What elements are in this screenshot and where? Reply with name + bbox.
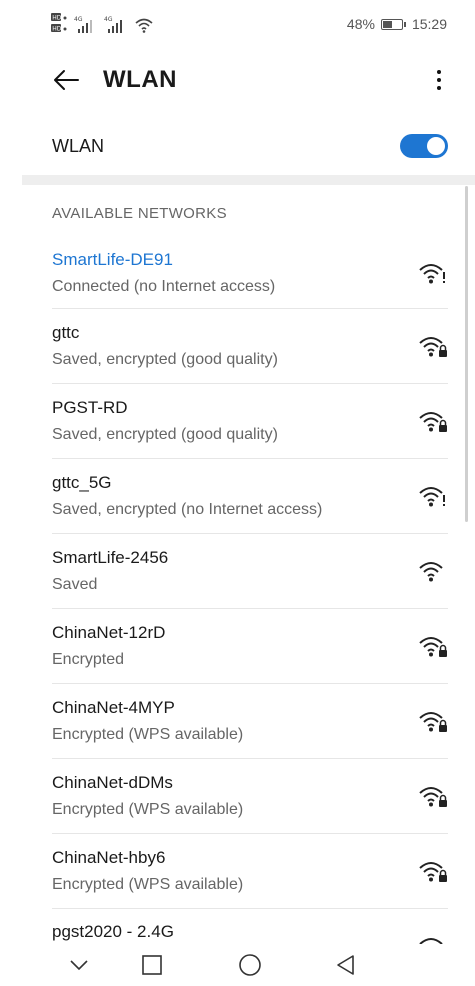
available-networks-header: AVAILABLE NETWORKS (52, 205, 227, 222)
battery-icon (380, 18, 406, 30)
wifi-alert-icon (419, 264, 445, 284)
wifi-lock-icon (419, 337, 447, 357)
wifi-lock-icon (419, 412, 447, 432)
triangle-back-icon (337, 955, 354, 975)
system-nav-bar (0, 944, 475, 986)
wifi-lock-icon (419, 637, 447, 657)
network-name: gttc_5G (52, 473, 112, 492)
network-name: ChinaNet-4MYP (52, 698, 175, 717)
network-item[interactable]: SmartLife-DE91 Connected (no Internet ac… (52, 236, 448, 309)
square-icon (142, 955, 162, 975)
back-button[interactable] (48, 62, 84, 98)
network-status: Encrypted (52, 651, 125, 668)
app-bar: WLAN (0, 46, 475, 114)
wifi-lock-icon (419, 712, 447, 732)
network-name: ChinaNet-hby6 (52, 848, 166, 867)
network-item[interactable]: PGST-RD Saved, encrypted (good quality) (52, 384, 448, 459)
network-name: gttc (52, 323, 80, 342)
nav-collapse-button[interactable] (64, 950, 94, 980)
network-status: Encrypted (WPS available) (52, 876, 244, 893)
network-name: ChinaNet-dDMs (52, 773, 173, 792)
wlan-toggle-row[interactable]: WLAN (0, 118, 475, 174)
clock: 15:29 (411, 16, 447, 32)
network-name: PGST-RD (52, 398, 128, 417)
more-dot (437, 78, 441, 82)
cell-signal-2-icon: 4G (104, 16, 122, 33)
network-status: Connected (no Internet access) (52, 278, 276, 295)
network-status: Encrypted (WPS available) (52, 801, 244, 818)
arrow-left-icon (54, 70, 79, 90)
wlan-toggle-switch[interactable] (400, 134, 448, 158)
more-dot (437, 86, 441, 90)
wifi-lock-icon (419, 787, 447, 807)
network-item[interactable]: ChinaNet-hby6 Encrypted (WPS available) (52, 834, 448, 909)
network-status: Saved, encrypted (good quality) (52, 351, 278, 368)
network-status: Saved, encrypted (no Internet access) (52, 501, 323, 518)
status-right-group: 48% 15:29 (347, 16, 447, 32)
network-status: Saved, encrypted (good quality) (52, 426, 278, 443)
chevron-down-icon (70, 960, 88, 971)
network-item[interactable]: SmartLife-2456 Saved (52, 534, 448, 609)
network-name: SmartLife-2456 (52, 548, 169, 567)
network-item[interactable]: gttc_5G Saved, encrypted (no Internet ac… (52, 459, 448, 534)
wlan-toggle-label: WLAN (52, 136, 105, 156)
wifi-icon (419, 562, 443, 582)
more-options-button[interactable] (424, 62, 454, 98)
wifi-alert-icon (419, 487, 445, 507)
network-item[interactable]: ChinaNet-dDMs Encrypted (WPS available) (52, 759, 448, 834)
network-name: pgst2020 - 2.4G (52, 922, 174, 941)
battery-percent: 48% (346, 16, 375, 32)
more-vertical-icon (437, 70, 441, 74)
hd-badge-icon: HD HD (51, 13, 67, 33)
circle-icon (239, 954, 261, 976)
section-divider (22, 175, 475, 185)
status-wifi-icon (135, 18, 153, 33)
network-item[interactable]: ChinaNet-4MYP Encrypted (WPS available) (52, 684, 448, 759)
svg-text:4G: 4G (104, 16, 113, 23)
network-item[interactable]: ChinaNet-12rD Encrypted (52, 609, 448, 684)
svg-text:HD: HD (52, 15, 62, 22)
network-name: SmartLife-DE91 (52, 250, 173, 269)
toggle-knob (427, 137, 445, 155)
page-title: WLAN (103, 66, 177, 93)
status-signal-group: HD HD 4G 4G (50, 12, 154, 34)
nav-back-button[interactable] (331, 950, 361, 980)
network-list: SmartLife-DE91 Connected (no Internet ac… (0, 236, 475, 909)
svg-text:HD: HD (52, 26, 62, 33)
network-item[interactable]: gttc Saved, encrypted (good quality) (52, 309, 448, 384)
network-status: Encrypted (WPS available) (52, 726, 244, 743)
wifi-lock-icon (419, 862, 447, 882)
wifi-partial-icon (418, 934, 448, 944)
network-item-partial[interactable]: pgst2020 - 2.4G (52, 922, 352, 944)
nav-recents-button[interactable] (137, 950, 167, 980)
network-status: Saved (52, 576, 98, 593)
cell-signal-icon: 4G (74, 16, 92, 33)
svg-text:4G: 4G (74, 16, 83, 23)
nav-home-button[interactable] (235, 950, 265, 980)
network-name: ChinaNet-12rD (52, 623, 166, 642)
scrollbar[interactable] (465, 186, 468, 522)
status-bar: HD HD 4G 4G 48% 15:29 (0, 0, 475, 46)
